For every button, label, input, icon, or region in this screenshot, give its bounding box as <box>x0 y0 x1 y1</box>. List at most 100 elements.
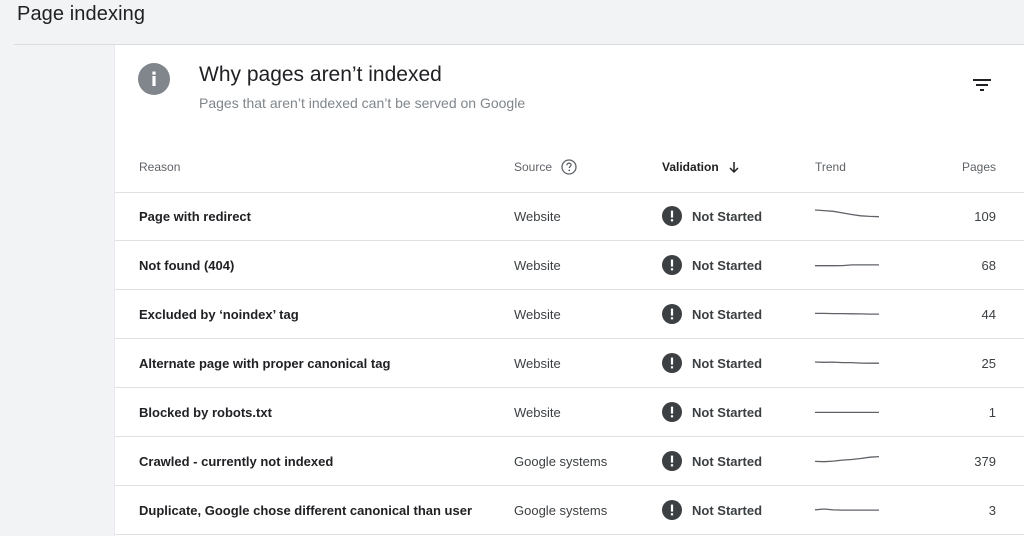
exclamation-circle-icon <box>662 206 682 226</box>
pages-cell: 44 <box>982 290 996 338</box>
reason-text: Excluded by ‘noindex’ tag <box>139 306 299 322</box>
filter-icon[interactable] <box>970 73 994 97</box>
trend-cell <box>815 388 879 436</box>
trend-cell <box>815 241 879 289</box>
trend-sparkline <box>815 312 879 315</box>
source-text: Website <box>514 257 561 273</box>
pages-count: 25 <box>981 355 996 371</box>
table-row[interactable]: Not found (404) Website Not Started 68 <box>115 241 1024 290</box>
validation-status: Not Started <box>692 306 763 322</box>
source-cell: Website <box>514 339 561 387</box>
table-row[interactable]: Page with redirect Website Not Started 109 <box>115 192 1024 241</box>
table-row[interactable]: Crawled - currently not indexed Google sy… <box>115 437 1024 486</box>
arrow-down-icon <box>727 160 741 174</box>
header-pages: Pages <box>962 141 996 192</box>
exclamation-circle-icon <box>662 353 682 373</box>
validation-status: Not Started <box>692 453 763 469</box>
validation-status: Not Started <box>692 355 763 371</box>
source-cell: Website <box>514 241 561 289</box>
source-cell: Website <box>514 388 561 436</box>
pages-cell: 1 <box>989 388 996 436</box>
pages-count: 68 <box>981 257 996 273</box>
header-trend-label: Trend <box>815 159 846 174</box>
pages-count: 3 <box>988 502 996 518</box>
validation-cell: Not Started <box>662 192 762 240</box>
card-subtitle: Pages that aren’t indexed can’t be serve… <box>199 95 526 111</box>
validation-status: Not Started <box>692 502 763 518</box>
trend-cell <box>815 290 879 338</box>
source-cell: Website <box>514 290 561 338</box>
why-not-indexed-card: Why pages aren’t indexed Pages that aren… <box>114 45 1024 536</box>
header-validation[interactable]: Validation <box>662 141 741 192</box>
trend-cell <box>815 437 879 485</box>
reason-text: Crawled - currently not indexed <box>139 453 334 469</box>
header-reason-label: Reason <box>139 159 181 174</box>
trend-sparkline <box>815 411 879 414</box>
reason-cell: Duplicate, Google chose different canoni… <box>139 486 472 534</box>
pages-count: 44 <box>981 306 996 322</box>
pages-cell: 3 <box>989 486 996 534</box>
reason-cell: Alternate page with proper canonical tag <box>139 339 390 387</box>
reason-text: Not found (404) <box>139 257 235 273</box>
pages-count: 379 <box>974 453 996 469</box>
card-title: Why pages aren’t indexed <box>199 63 442 86</box>
info-icon <box>138 63 170 95</box>
table-row[interactable]: Excluded by ‘noindex’ tag Website Not Star… <box>115 290 1024 339</box>
header-source-label: Source <box>514 159 553 174</box>
trend-sparkline <box>815 264 879 267</box>
table-row[interactable]: Alternate page with proper canonical tag… <box>115 339 1024 388</box>
header-source: Source <box>514 141 577 192</box>
trend-sparkline <box>815 209 879 218</box>
reason-text: Alternate page with proper canonical tag <box>139 355 391 371</box>
validation-cell: Not Started <box>662 290 762 338</box>
source-cell: Website <box>514 192 561 240</box>
trend-sparkline <box>815 455 879 463</box>
validation-status: Not Started <box>692 208 763 224</box>
header-trend: Trend <box>815 141 846 192</box>
validation-cell: Not Started <box>662 486 762 534</box>
pages-count: 1 <box>988 404 996 420</box>
pages-cell: 68 <box>982 241 996 289</box>
pages-count: 109 <box>974 208 996 224</box>
validation-status: Not Started <box>692 257 763 273</box>
page-title: Page indexing <box>17 3 146 25</box>
table-header-row: Reason Source Validation Trend Pages <box>115 141 1024 193</box>
source-text: Google systems <box>514 453 608 469</box>
trend-cell <box>815 339 879 387</box>
reason-text: Page with redirect <box>139 208 251 224</box>
source-text: Website <box>514 306 561 322</box>
exclamation-circle-icon <box>662 304 682 324</box>
top-bar: Page indexing <box>0 0 1024 44</box>
source-text: Google systems <box>514 502 608 518</box>
header-validation-label: Validation <box>662 159 719 174</box>
reason-text: Blocked by robots.txt <box>139 404 272 420</box>
reason-cell: Not found (404) <box>139 241 234 289</box>
header-reason: Reason <box>139 141 180 192</box>
trend-sparkline <box>815 361 879 364</box>
pages-cell: 109 <box>974 192 996 240</box>
help-circle-icon[interactable] <box>561 158 577 175</box>
exclamation-circle-icon <box>662 500 682 520</box>
reason-cell: Page with redirect <box>139 192 251 240</box>
validation-cell: Not Started <box>662 388 762 436</box>
reason-cell: Crawled - currently not indexed <box>139 437 333 485</box>
validation-cell: Not Started <box>662 241 762 289</box>
table-row[interactable]: Duplicate, Google chose different canoni… <box>115 486 1024 535</box>
validation-cell: Not Started <box>662 437 762 485</box>
source-text: Website <box>514 208 561 224</box>
reason-cell: Blocked by robots.txt <box>139 388 272 436</box>
exclamation-circle-icon <box>662 255 682 275</box>
source-text: Website <box>514 355 561 371</box>
trend-sparkline <box>815 508 879 511</box>
source-cell: Google systems <box>514 437 607 485</box>
trend-cell <box>815 192 879 240</box>
validation-cell: Not Started <box>662 339 762 387</box>
pages-cell: 25 <box>982 339 996 387</box>
exclamation-circle-icon <box>662 402 682 422</box>
validation-status: Not Started <box>692 404 763 420</box>
table-row[interactable]: Blocked by robots.txt Website Not Started 1 <box>115 388 1024 437</box>
header-pages-label: Pages <box>961 159 996 174</box>
exclamation-circle-icon <box>662 451 682 471</box>
trend-cell <box>815 486 879 534</box>
source-text: Website <box>514 404 561 420</box>
